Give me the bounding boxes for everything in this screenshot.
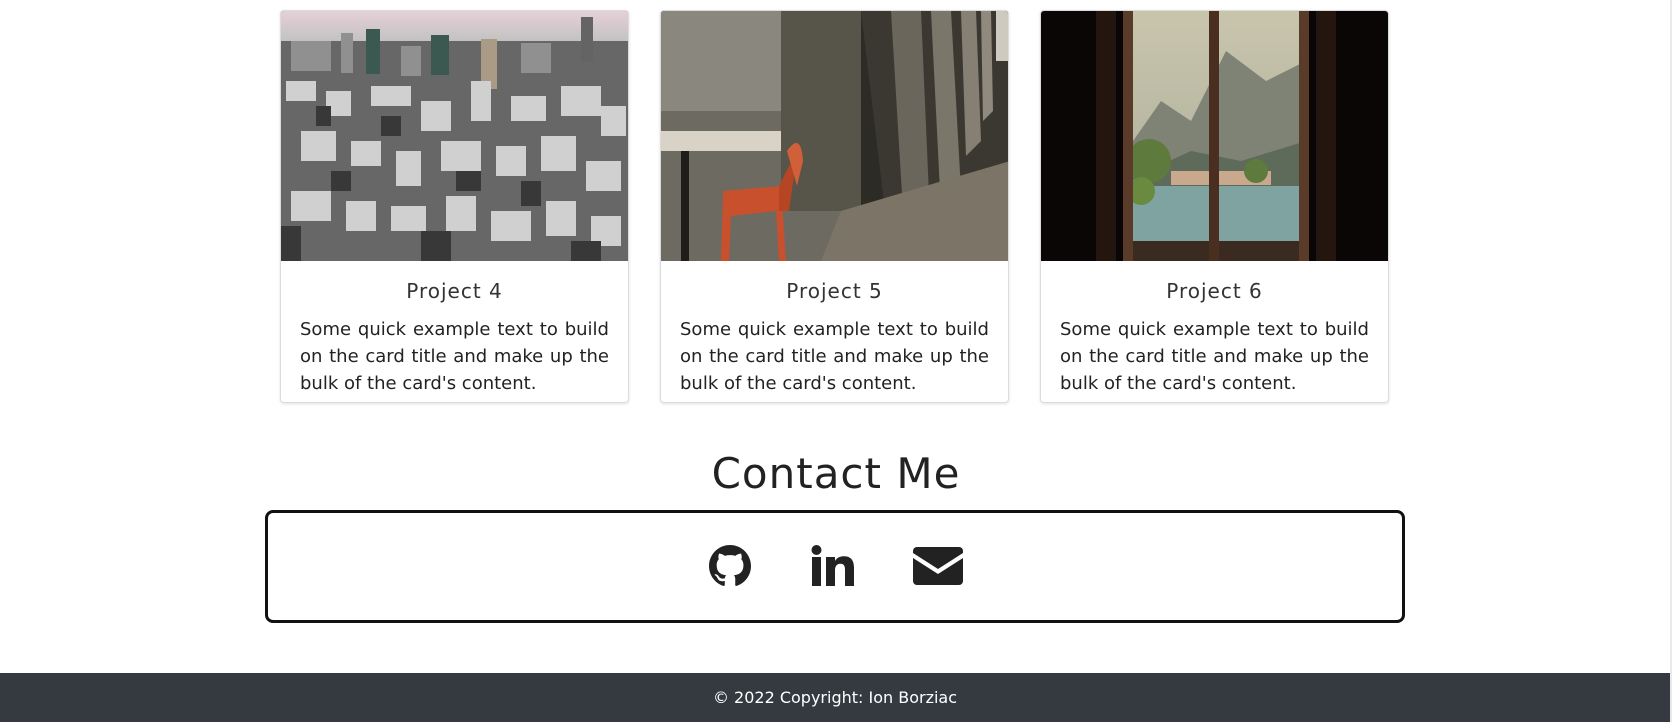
project-5-title: Project 5 <box>786 279 883 303</box>
contact-heading: Contact Me <box>711 449 961 498</box>
github-icon[interactable] <box>709 545 751 587</box>
project-card-4: Project 4 Some quick example text to bui… <box>280 10 629 403</box>
project-5-description: Some quick example text to build on the … <box>680 319 989 394</box>
linkedin-icon[interactable] <box>811 545 855 587</box>
envelope-icon[interactable] <box>913 545 963 587</box>
footer-copyright: © 2022 Copyright: Ion Borziac <box>0 673 1670 722</box>
contact-links-box <box>265 510 1405 623</box>
project-6-image <box>1041 11 1388 261</box>
project-6-description: Some quick example text to build on the … <box>1060 319 1369 394</box>
project-4-image <box>281 11 628 261</box>
project-card-5: Project 5 Some quick example text to bui… <box>660 10 1009 403</box>
project-4-title: Project 4 <box>406 279 503 303</box>
project-5-image <box>661 11 1008 261</box>
project-6-title: Project 6 <box>1166 279 1263 303</box>
project-card-6: Project 6 Some quick example text to bui… <box>1040 10 1389 403</box>
projects-card-grid: Project 4 Some quick example text to bui… <box>280 10 1390 403</box>
project-4-description: Some quick example text to build on the … <box>300 319 609 394</box>
